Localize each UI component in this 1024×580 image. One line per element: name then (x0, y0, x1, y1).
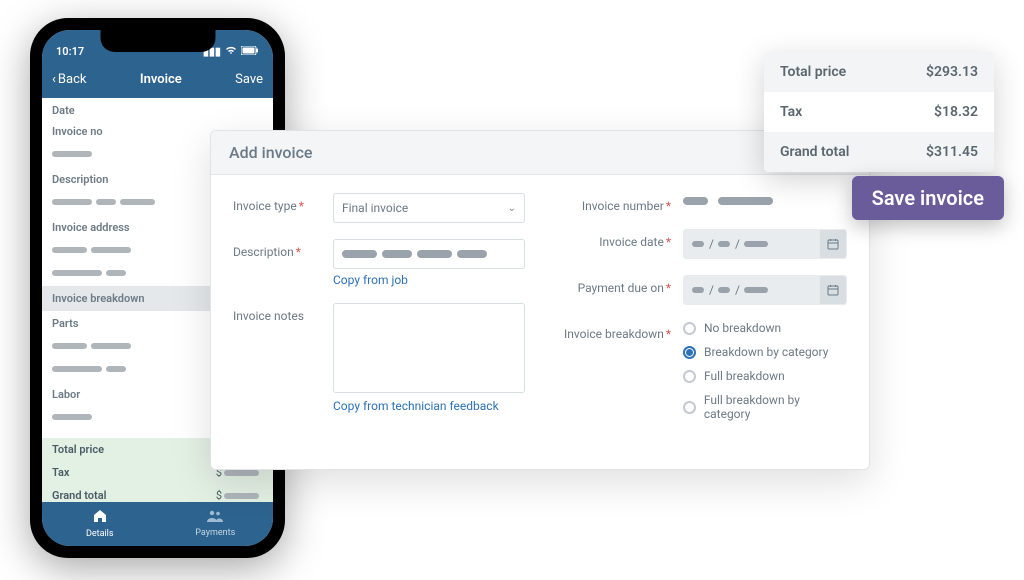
description-input[interactable] (333, 239, 525, 269)
breakdown-label: Invoice breakdown* (555, 321, 683, 341)
totals-card: Total price $293.13 Tax $18.32 Grand tot… (764, 52, 994, 172)
invoice-number-value (683, 193, 847, 205)
invoice-notes-label: Invoice notes (233, 303, 333, 323)
save-invoice-button[interactable]: Save invoice (852, 176, 1004, 220)
phone-save-button[interactable]: Save (235, 72, 263, 87)
phone-grand-total-row: Grand total $ (42, 484, 273, 502)
breakdown-radiogroup: No breakdown Breakdown by category Full … (683, 321, 847, 431)
calendar-icon (820, 230, 846, 258)
calendar-icon (820, 276, 846, 304)
form-col-right: Invoice number* Invoice date* // Payment… (555, 193, 847, 447)
back-label: Back (58, 72, 87, 87)
invoice-notes-input[interactable] (333, 303, 525, 393)
totals-total-price: Total price $293.13 (764, 52, 994, 92)
home-icon (93, 509, 107, 527)
field-date-label: Date (42, 98, 273, 119)
copy-from-feedback-link[interactable]: Copy from technician feedback (333, 399, 499, 413)
payment-due-input[interactable]: // (683, 275, 847, 305)
invoice-number-label: Invoice number* (555, 193, 683, 213)
invoice-type-select[interactable]: Final invoice ⌄ (333, 193, 525, 223)
chevron-left-icon: ‹ (52, 72, 56, 87)
wifi-icon (225, 45, 237, 58)
phone-title: Invoice (140, 72, 182, 87)
chevron-down-icon: ⌄ (508, 203, 516, 214)
battery-icon (241, 45, 259, 58)
payment-due-label: Payment due on* (555, 275, 683, 295)
breakdown-option-3[interactable]: Full breakdown by category (683, 393, 847, 421)
phone-grand-total-label: Grand total (52, 489, 107, 502)
copy-from-job-link[interactable]: Copy from job (333, 273, 408, 287)
phone-total-price-label: Total price (52, 443, 104, 456)
people-icon (207, 510, 223, 526)
phone-tabbar: Details Payments (42, 502, 273, 546)
form-col-left: Invoice type* Final invoice ⌄ Descriptio… (233, 193, 525, 447)
phone-tax-label: Tax (52, 466, 69, 479)
invoice-date-input[interactable]: // (683, 229, 847, 259)
totals-tax: Tax $18.32 (764, 92, 994, 132)
description-label: Description* (233, 239, 333, 259)
phone-notch (100, 30, 215, 52)
invoice-date-label: Invoice date* (555, 229, 683, 249)
add-invoice-card: Add invoice Invoice type* Final invoice … (210, 130, 870, 470)
invoice-type-label: Invoice type* (233, 193, 333, 213)
tab-details-label: Details (86, 529, 114, 539)
breakdown-option-1[interactable]: Breakdown by category (683, 345, 847, 359)
breakdown-option-2[interactable]: Full breakdown (683, 369, 847, 383)
status-time: 10:17 (56, 45, 84, 58)
phone-header: ‹ Back Invoice Save (42, 60, 273, 98)
tab-details[interactable]: Details (42, 502, 158, 546)
totals-grand-total: Grand total $311.45 (764, 132, 994, 172)
tab-payments-label: Payments (195, 528, 235, 538)
tab-payments[interactable]: Payments (158, 502, 274, 546)
back-button[interactable]: ‹ Back (52, 72, 86, 87)
breakdown-option-0[interactable]: No breakdown (683, 321, 847, 335)
